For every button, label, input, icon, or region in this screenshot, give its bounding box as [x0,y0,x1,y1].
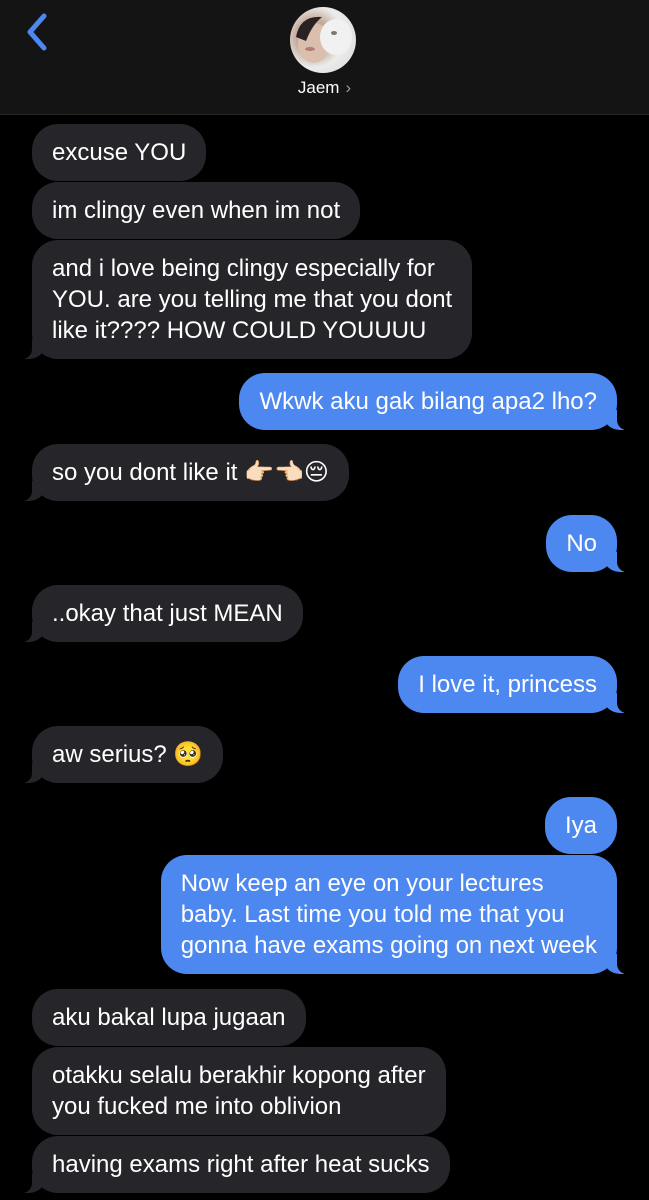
contact-name: Jaem [297,78,340,97]
message-bubble-sent[interactable]: Now keep an eye on your lectures baby. L… [160,855,628,974]
message-bubble-sent[interactable]: I love it, princess [398,656,627,713]
message-bubble-received[interactable]: im clingy even when im not [32,182,361,239]
message-bubble-received[interactable]: so you dont like it 👉🏻👈🏻😔 [22,444,349,501]
back-button[interactable] [18,10,58,54]
conversation-header: Jaem › [0,0,649,115]
message-bubble-received[interactable]: excuse YOU [32,124,207,181]
contact-name-button[interactable]: Jaem › [0,76,649,100]
message-bubble-sent[interactable]: Iya [544,797,617,854]
message-bubble-received[interactable]: otakku selalu berakhir kopong after you … [32,1047,446,1135]
message-bubble-received[interactable]: having exams right after heat sucks [22,1136,450,1193]
chevron-left-icon [27,13,47,51]
avatar[interactable] [290,7,356,73]
message-bubble-received[interactable]: aku bakal lupa jugaan [32,989,306,1046]
message-bubble-sent[interactable]: Wkwk aku gak bilang apa2 lho? [239,373,627,430]
message-thread[interactable]: excuse YOU im clingy even when im not an… [0,114,649,1200]
avatar-photo [296,16,352,63]
chevron-right-icon: › [345,78,352,97]
message-bubble-received[interactable]: aw serius? 🥺 [21,726,224,783]
message-bubble-received[interactable]: ..okay that just MEAN [22,585,303,642]
message-bubble-received[interactable]: and i love being clingy especially for Y… [21,240,473,359]
message-bubble-sent[interactable]: No [546,515,627,572]
